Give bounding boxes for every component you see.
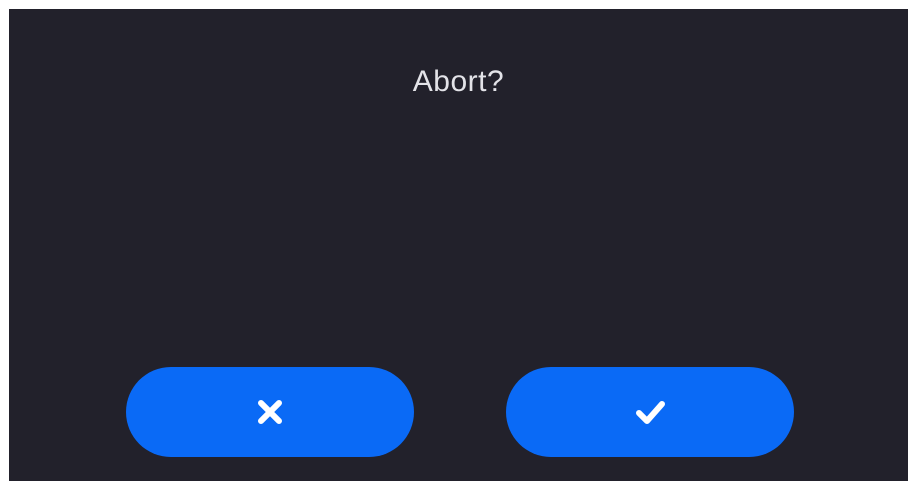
check-icon: [636, 401, 665, 424]
dialog-screen: Abort?: [9, 9, 908, 481]
dialog-title: Abort?: [412, 65, 505, 98]
confirm-button[interactable]: [506, 367, 794, 457]
cancel-button[interactable]: [126, 367, 414, 457]
close-icon: [258, 400, 282, 424]
